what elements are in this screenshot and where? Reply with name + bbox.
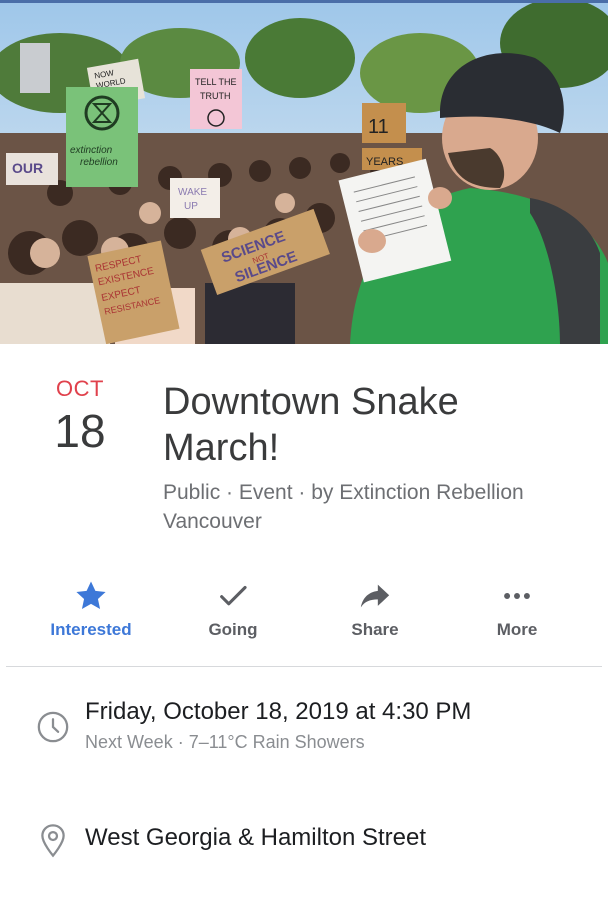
event-location-row[interactable]: West Georgia & Hamilton Street (0, 820, 608, 866)
event-meta-text[interactable]: Public · Event · by Extinction Rebellion… (163, 481, 524, 533)
star-icon (31, 578, 151, 614)
sign-text: TRUTH (200, 91, 231, 101)
event-month: OCT (56, 376, 104, 401)
going-label: Going (208, 620, 258, 639)
sign-text: extinction (70, 145, 113, 156)
section-divider (6, 666, 602, 667)
event-cover-photo[interactable]: NOW WORLD TELL THE TRUTH extinction rebe… (0, 3, 608, 344)
check-icon (173, 578, 293, 614)
event-title: Downtown Snake March! (163, 381, 459, 469)
more-button[interactable]: More (457, 578, 577, 640)
share-button[interactable]: Share (315, 578, 435, 640)
event-date-block: OCT 18 (30, 376, 130, 454)
sign-text: OUR (12, 160, 43, 176)
sign-text: 11 (368, 116, 389, 138)
location-pin-icon (36, 822, 70, 865)
event-day: 18 (54, 405, 106, 457)
clock-icon (36, 710, 70, 749)
sign-text: WAKE (178, 187, 207, 198)
event-weather: Next Week · 7–11°C Rain Showers (85, 732, 365, 752)
sign-text: TELL THE (195, 77, 237, 87)
more-label: More (496, 620, 538, 639)
event-meta[interactable]: Public · Event · by Extinction Rebellion… (163, 478, 593, 536)
sign-text: rebellion (80, 157, 118, 168)
more-dots-icon (457, 578, 577, 614)
going-button[interactable]: Going (173, 578, 293, 640)
interested-label: Interested (50, 620, 132, 639)
interested-button[interactable]: Interested (31, 578, 151, 640)
event-actions-bar: Interested Going Share More (0, 578, 608, 648)
sign-text: UP (184, 201, 198, 212)
event-datetime: Friday, October 18, 2019 at 4:30 PM (85, 698, 472, 725)
share-label: Share (351, 620, 399, 639)
event-location: West Georgia & Hamilton Street (85, 824, 427, 851)
share-arrow-icon (315, 578, 435, 614)
event-time-row[interactable]: Friday, October 18, 2019 at 4:30 PM Next… (0, 696, 608, 766)
